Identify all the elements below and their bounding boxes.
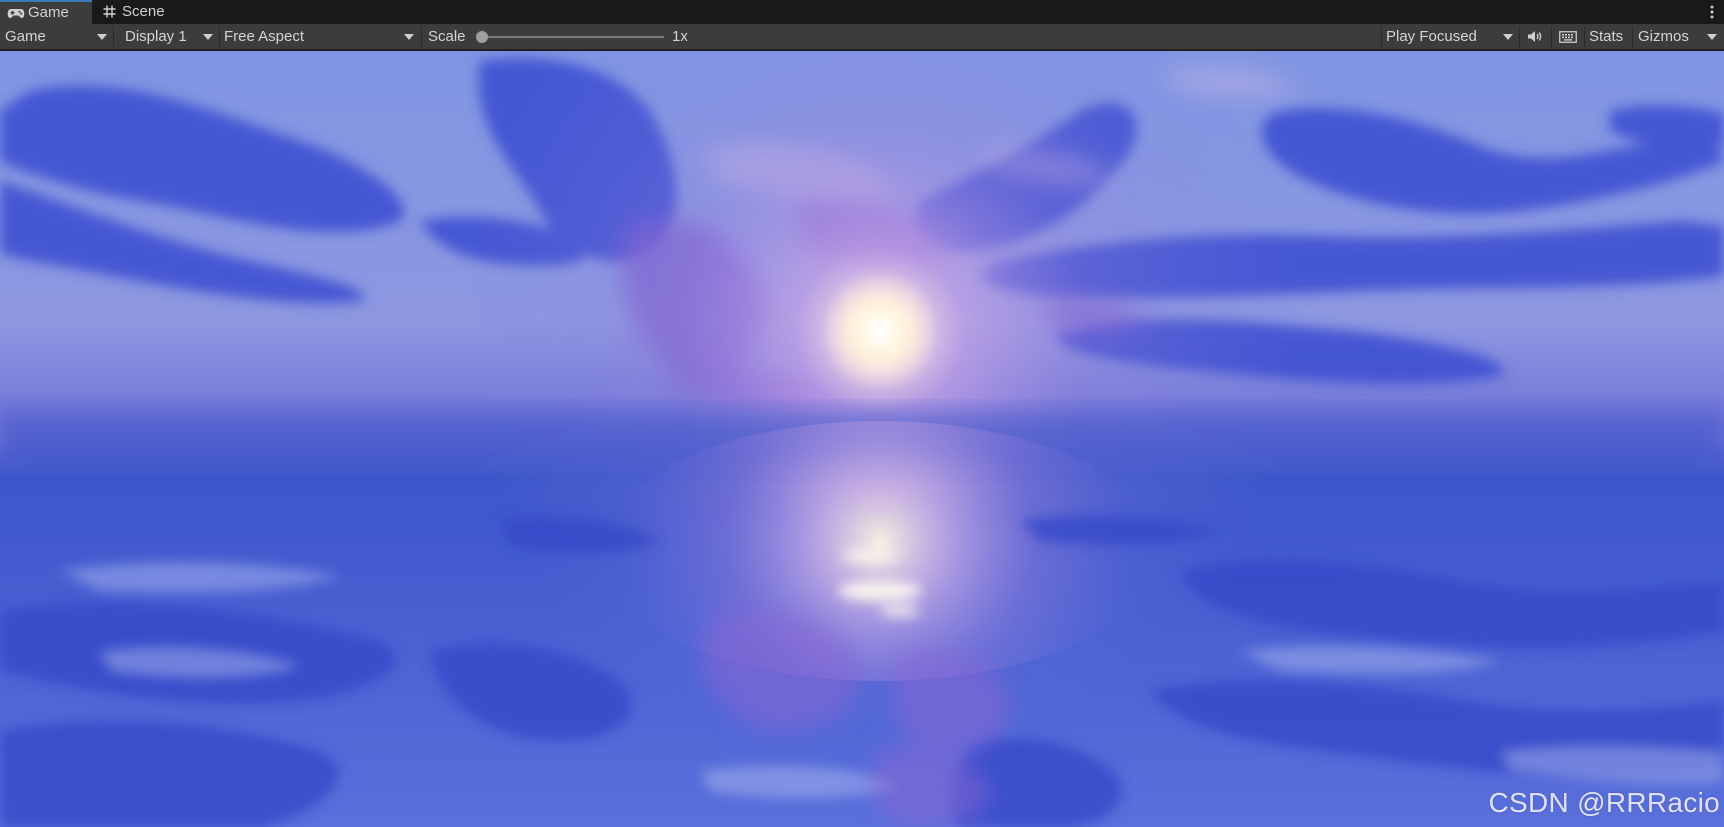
scale-slider-track[interactable] (478, 36, 664, 38)
tab-game-label: Game (28, 4, 69, 21)
play-mode-label: Play Focused (1386, 28, 1477, 45)
grid-hash-icon (103, 5, 116, 18)
chevron-down-icon (404, 34, 414, 40)
toolbar-divider (421, 26, 422, 47)
scale-slider-thumb[interactable] (476, 31, 488, 43)
tab-scene-label: Scene (122, 3, 165, 20)
display-dropdown[interactable]: Display 1 (114, 24, 218, 49)
game-viewport[interactable]: CSDN @RRRacio (0, 51, 1724, 827)
aspect-label: Free Aspect (224, 28, 305, 45)
game-view-toolbar: Game Display 1 Free Aspect Scale 1x Play… (0, 24, 1724, 50)
tab-scene[interactable]: Scene (94, 0, 182, 24)
toolbar-divider (1519, 26, 1520, 47)
view-type-dropdown[interactable]: Game (0, 24, 112, 49)
tab-strip: Game Scene (0, 0, 1724, 24)
watermark-text: CSDN @RRRacio (1488, 787, 1720, 818)
display-label: Display 1 (125, 28, 187, 45)
gizmos-toggle-button[interactable]: Gizmos (1634, 24, 1698, 49)
chevron-down-icon (1503, 34, 1513, 40)
keyboard-shortcuts-button[interactable] (1556, 24, 1582, 49)
keyboard-icon (1559, 31, 1577, 43)
more-options-icon[interactable] (1704, 2, 1720, 22)
tab-game[interactable]: Game (0, 0, 92, 24)
gizmos-label: Gizmos (1638, 28, 1689, 45)
scale-value: 1x (672, 28, 688, 45)
gamepad-icon (7, 9, 25, 18)
gizmos-dropdown[interactable] (1700, 24, 1724, 49)
chevron-down-icon (97, 34, 107, 40)
unity-game-view-window: Game Scene Game Display 1 Free Aspect Sc… (0, 0, 1724, 827)
stats-label: Stats (1589, 28, 1624, 45)
toolbar-divider (1584, 26, 1585, 47)
chevron-down-icon (1707, 34, 1717, 40)
chevron-down-icon (203, 34, 213, 40)
speaker-icon (1528, 31, 1542, 42)
skybox-ocean-render (0, 51, 1724, 827)
stats-toggle-button[interactable]: Stats (1586, 24, 1630, 49)
aspect-ratio-dropdown[interactable]: Free Aspect (220, 24, 420, 49)
toolbar-divider (1632, 26, 1633, 47)
mute-audio-button[interactable] (1522, 24, 1548, 49)
view-type-label: Game (5, 28, 46, 45)
play-mode-dropdown[interactable]: Play Focused (1382, 24, 1518, 49)
toolbar-divider (1551, 26, 1552, 47)
scale-label: Scale (428, 28, 466, 45)
